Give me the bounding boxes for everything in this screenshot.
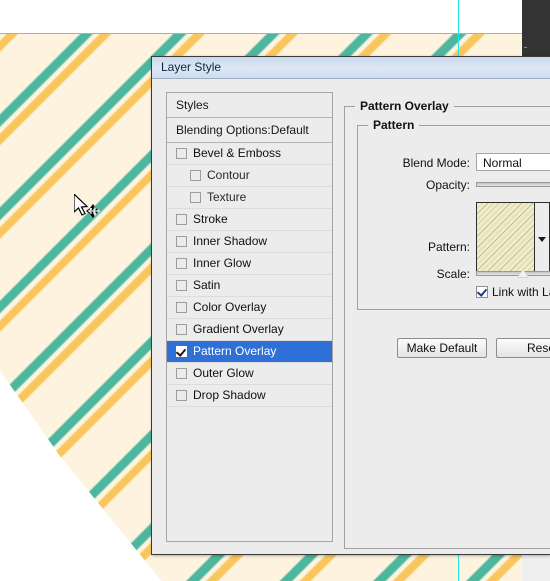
effect-row-inner-glow[interactable]: Inner Glow bbox=[167, 253, 332, 275]
effect-label: Outer Glow bbox=[193, 366, 254, 380]
opacity-slider-track[interactable] bbox=[476, 182, 550, 187]
chevron-down-icon bbox=[538, 237, 546, 242]
styles-header-row[interactable]: Styles bbox=[167, 93, 332, 118]
effect-row-inner-shadow[interactable]: Inner Shadow bbox=[167, 231, 332, 253]
pattern-swatch-picker[interactable] bbox=[476, 202, 550, 276]
effect-label: Bevel & Emboss bbox=[193, 146, 282, 160]
effect-row-gradient-overlay[interactable]: Gradient Overlay bbox=[167, 319, 332, 341]
pattern-group: Pattern Blend Mode: Normal Opacity: Patt… bbox=[357, 118, 550, 310]
checkbox-color-overlay[interactable] bbox=[176, 302, 187, 313]
dialog-title: Layer Style bbox=[161, 60, 222, 74]
scale-slider-thumb[interactable] bbox=[517, 269, 529, 278]
checkbox-pattern-overlay[interactable] bbox=[176, 346, 187, 357]
checkbox-satin[interactable] bbox=[176, 280, 187, 291]
scale-slider-track[interactable] bbox=[476, 271, 550, 276]
checkbox-inner-shadow[interactable] bbox=[176, 236, 187, 247]
checkbox-inner-glow[interactable] bbox=[176, 258, 187, 269]
effect-row-outer-glow[interactable]: Outer Glow bbox=[167, 363, 332, 385]
effect-row-contour[interactable]: Contour bbox=[167, 165, 332, 187]
effect-row-stroke[interactable]: Stroke bbox=[167, 209, 332, 231]
effect-label: Inner Shadow bbox=[193, 234, 268, 248]
effect-label: Satin bbox=[193, 278, 221, 292]
reset-button[interactable]: Rese bbox=[496, 338, 550, 358]
pattern-dropdown-zone[interactable] bbox=[535, 203, 549, 275]
pattern-group-title: Pattern bbox=[368, 118, 420, 132]
blend-mode-label: Blend Mode: bbox=[402, 156, 470, 170]
checkbox-outer-glow[interactable] bbox=[176, 368, 187, 379]
dialog-titlebar[interactable]: Layer Style bbox=[152, 57, 550, 79]
effect-row-drop-shadow[interactable]: Drop Shadow bbox=[167, 385, 332, 407]
effect-settings-panel: Pattern Overlay Pattern Blend Mode: Norm… bbox=[344, 92, 550, 549]
checkbox-texture[interactable] bbox=[190, 192, 201, 203]
pattern-overlay-title: Pattern Overlay bbox=[355, 99, 454, 113]
blend-mode-dropdown[interactable]: Normal bbox=[476, 153, 550, 171]
opacity-label: Opacity: bbox=[425, 178, 470, 192]
blending-options-label: Blending Options:Default bbox=[176, 123, 309, 137]
layer-style-dialog: Layer Style Styles Blending Options:Defa… bbox=[151, 56, 550, 555]
blend-mode-value: Normal bbox=[483, 156, 522, 170]
effect-label: Texture bbox=[207, 190, 247, 204]
make-default-button[interactable]: Make Default bbox=[397, 338, 487, 358]
checkbox-contour[interactable] bbox=[190, 170, 201, 181]
link-with-layer-label: Link with Layer bbox=[492, 285, 550, 299]
scale-label: Scale: bbox=[436, 267, 470, 281]
pattern-overlay-group: Pattern Overlay Pattern Blend Mode: Norm… bbox=[344, 99, 550, 549]
effect-label: Stroke bbox=[193, 212, 228, 226]
effect-label: Inner Glow bbox=[193, 256, 252, 270]
blending-options-row[interactable]: Blending Options:Default bbox=[167, 118, 332, 143]
effect-label: Drop Shadow bbox=[193, 388, 266, 402]
effect-row-pattern-overlay[interactable]: Pattern Overlay bbox=[167, 341, 332, 363]
pattern-label: Pattern: bbox=[427, 240, 470, 254]
effect-label: Color Overlay bbox=[193, 300, 267, 314]
screenshot-root: Layer Style Styles Blending Options:Defa… bbox=[0, 0, 550, 581]
effect-label: Gradient Overlay bbox=[193, 322, 284, 336]
effect-row-bevel-emboss[interactable]: Bevel & Emboss bbox=[167, 143, 332, 165]
effect-label: Pattern Overlay bbox=[193, 344, 277, 358]
link-with-layer-checkbox[interactable] bbox=[476, 286, 488, 298]
effect-row-satin[interactable]: Satin bbox=[167, 275, 332, 297]
effect-label: Contour bbox=[207, 168, 250, 182]
horizontal-guide bbox=[0, 33, 522, 34]
ruler-tick bbox=[524, 47, 527, 48]
checkbox-drop-shadow[interactable] bbox=[176, 390, 187, 401]
effect-row-texture[interactable]: Texture bbox=[167, 187, 332, 209]
styles-header-label: Styles bbox=[176, 98, 209, 112]
effect-row-color-overlay[interactable]: Color Overlay bbox=[167, 297, 332, 319]
checkbox-gradient-overlay[interactable] bbox=[176, 324, 187, 335]
checkbox-bevel-emboss[interactable] bbox=[176, 148, 187, 159]
checkbox-stroke[interactable] bbox=[176, 214, 187, 225]
styles-list-panel: Styles Blending Options:Default Bevel & … bbox=[166, 92, 333, 542]
pattern-preview-thumbnail bbox=[477, 203, 535, 275]
